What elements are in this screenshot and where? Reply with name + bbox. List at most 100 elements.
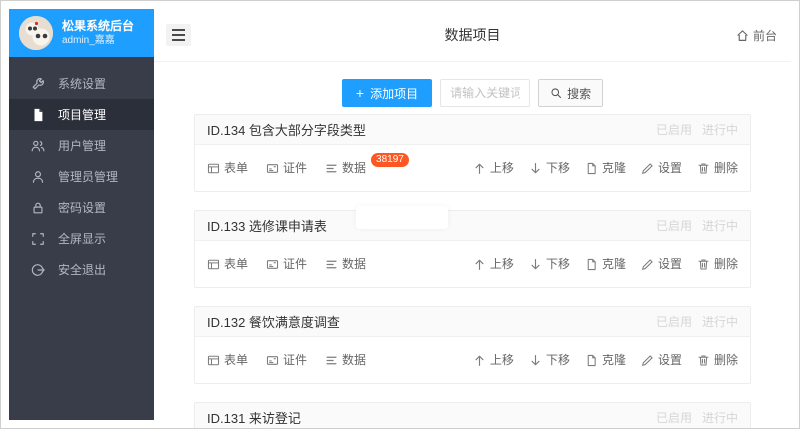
sidebar-item-project-management[interactable]: 项目管理 <box>9 99 154 130</box>
move-up-button[interactable]: 上移 <box>473 161 514 175</box>
brand-title: 松果系统后台 <box>62 19 134 34</box>
status-enabled: 已启用 <box>656 217 692 234</box>
sidebar-item-admin-management[interactable]: 管理员管理 <box>9 161 154 192</box>
card-links: 表单 证件 数据 <box>207 353 366 367</box>
edit-icon <box>641 354 654 367</box>
idcard-icon <box>266 354 279 367</box>
status-enabled: 已启用 <box>656 121 692 138</box>
sidebar-item-user-management[interactable]: 用户管理 <box>9 130 154 161</box>
project-title: ID.132 餐饮满意度调查 <box>207 312 340 331</box>
project-list: ID.134 包含大部分字段类型 已启用 进行中 表单 <box>194 114 751 428</box>
sidebar-item-label: 系统设置 <box>58 75 106 92</box>
card-actions: 上移 下移 克隆 设置 <box>473 353 738 367</box>
sidebar-item-system-settings[interactable]: 系统设置 <box>9 68 154 99</box>
form-link[interactable]: 表单 <box>207 257 248 271</box>
delete-button[interactable]: 删除 <box>697 257 738 271</box>
project-title: ID.131 来访登记 <box>207 408 301 427</box>
move-up-button[interactable]: 上移 <box>473 353 514 367</box>
data-icon <box>325 162 338 175</box>
form-icon <box>207 162 220 175</box>
sidebar-item-label: 管理员管理 <box>58 168 118 185</box>
sidebar-item-fullscreen[interactable]: 全屏显示 <box>9 223 154 254</box>
move-down-button[interactable]: 下移 <box>529 257 570 271</box>
add-project-button[interactable]: + 添加项目 <box>342 79 432 107</box>
front-site-label: 前台 <box>753 27 777 44</box>
form-icon <box>207 258 220 271</box>
file-icon <box>31 108 45 122</box>
sidebar-menu: 系统设置 项目管理 用户管理 管理员管理 <box>9 57 154 285</box>
app-window: 松果系统后台 admin_嘉嘉 系统设置 项目管理 <box>0 0 800 429</box>
sidebar-item-password-settings[interactable]: 密码设置 <box>9 192 154 223</box>
status-enabled: 已启用 <box>656 313 692 330</box>
project-status: 已启用 进行中 <box>656 121 738 138</box>
card-links: 表单 证件 数据 38197 <box>207 161 409 175</box>
trash-icon <box>697 354 710 367</box>
trash-icon <box>697 258 710 271</box>
status-running: 进行中 <box>702 121 738 138</box>
front-site-link[interactable]: 前台 <box>736 9 777 61</box>
clone-button[interactable]: 克隆 <box>585 257 626 271</box>
clone-icon <box>585 354 598 367</box>
search-button[interactable]: 搜索 <box>538 79 603 107</box>
fullscreen-icon <box>31 232 45 246</box>
home-icon <box>736 29 749 42</box>
status-running: 进行中 <box>702 409 738 426</box>
admin-user-icon <box>31 170 45 184</box>
data-link[interactable]: 数据 38197 <box>325 161 409 175</box>
move-down-button[interactable]: 下移 <box>529 353 570 367</box>
card-links: 表单 证件 数据 <box>207 257 366 271</box>
search-input[interactable] <box>440 79 530 107</box>
data-icon <box>325 354 338 367</box>
card-header: ID.133 选修课申请表 已启用 进行中 <box>195 211 750 241</box>
certificate-link[interactable]: 证件 <box>266 161 307 175</box>
project-status: 已启用 进行中 <box>656 217 738 234</box>
arrow-down-icon <box>529 162 542 175</box>
sidebar-item-logout[interactable]: 安全退出 <box>9 254 154 285</box>
edit-icon <box>641 162 654 175</box>
main-content: + 添加项目 搜索 ID.134 包含大部分字段类型 已启用 进行中 <box>154 62 791 428</box>
page-title: 数据项目 <box>154 9 791 61</box>
project-title: ID.134 包含大部分字段类型 <box>207 120 366 139</box>
data-link[interactable]: 数据 <box>325 353 366 367</box>
certificate-link[interactable]: 证件 <box>266 353 307 367</box>
delete-button[interactable]: 删除 <box>697 353 738 367</box>
delete-button[interactable]: 删除 <box>697 161 738 175</box>
form-link[interactable]: 表单 <box>207 353 248 367</box>
sidebar: 松果系统后台 admin_嘉嘉 系统设置 项目管理 <box>9 9 154 420</box>
clone-icon <box>585 258 598 271</box>
plus-icon: + <box>356 86 364 100</box>
wrench-icon <box>31 77 45 91</box>
arrow-up-icon <box>473 162 486 175</box>
settings-button[interactable]: 设置 <box>641 353 682 367</box>
tooltip-overlay <box>356 206 448 229</box>
brand-header: 松果系统后台 admin_嘉嘉 <box>9 9 154 57</box>
project-status: 已启用 进行中 <box>656 409 738 426</box>
data-link[interactable]: 数据 <box>325 257 366 271</box>
status-running: 进行中 <box>702 217 738 234</box>
arrow-down-icon <box>529 258 542 271</box>
form-icon <box>207 354 220 367</box>
card-body: 表单 证件 数据 38197 <box>195 145 750 191</box>
data-count-badge: 38197 <box>371 153 409 167</box>
settings-button[interactable]: 设置 <box>641 161 682 175</box>
clone-button[interactable]: 克隆 <box>585 353 626 367</box>
settings-button[interactable]: 设置 <box>641 257 682 271</box>
sidebar-item-label: 安全退出 <box>58 261 106 278</box>
magnifier-icon <box>550 87 562 99</box>
clone-icon <box>585 162 598 175</box>
card-header: ID.132 餐饮满意度调查 已启用 进行中 <box>195 307 750 337</box>
arrow-up-icon <box>473 354 486 367</box>
clone-button[interactable]: 克隆 <box>585 161 626 175</box>
data-icon <box>325 258 338 271</box>
card-body: 表单 证件 数据 上移 <box>195 241 750 287</box>
card-actions: 上移 下移 克隆 设置 <box>473 257 738 271</box>
move-down-button[interactable]: 下移 <box>529 161 570 175</box>
form-link[interactable]: 表单 <box>207 161 248 175</box>
certificate-link[interactable]: 证件 <box>266 257 307 271</box>
move-up-button[interactable]: 上移 <box>473 257 514 271</box>
status-running: 进行中 <box>702 313 738 330</box>
project-status: 已启用 进行中 <box>656 313 738 330</box>
trash-icon <box>697 162 710 175</box>
idcard-icon <box>266 162 279 175</box>
project-card: ID.131 来访登记 已启用 进行中 <box>194 402 751 428</box>
